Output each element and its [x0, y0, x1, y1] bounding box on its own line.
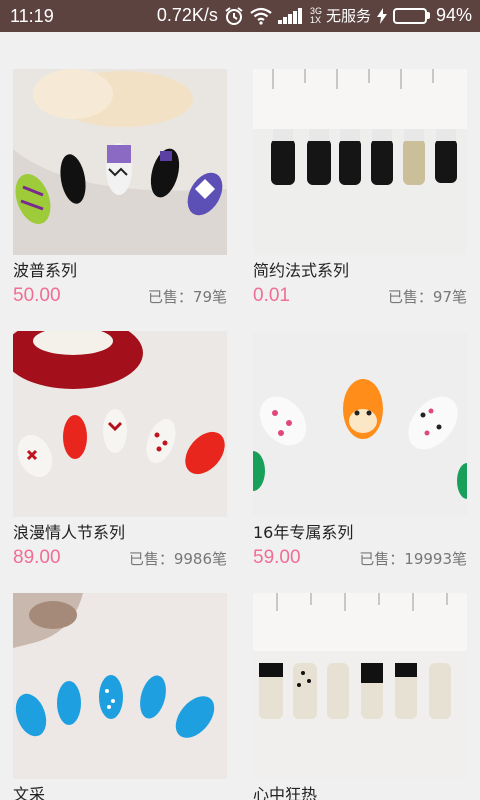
product-card[interactable]: 波普系列 50.00 已售：79笔: [13, 69, 227, 309]
product-price: 0.01: [253, 285, 290, 306]
product-price: 89.00: [13, 547, 61, 568]
status-bar: 11:19 0.72K/s 3G 1X 无服务 94%: [0, 0, 480, 32]
product-price: 50.00: [13, 285, 61, 306]
product-name: 浪漫情人节系列: [13, 523, 126, 542]
product-card[interactable]: 浪漫情人节系列 89.00 已售：9986笔: [13, 331, 227, 571]
alarm-icon: [224, 6, 244, 26]
product-card[interactable]: 16年专属系列 59.00 已售：19993笔: [253, 331, 467, 571]
battery-body: [392, 7, 427, 24]
product-card[interactable]: 心中狂热: [253, 593, 467, 800]
product-sold: 已售：79笔: [147, 287, 227, 306]
product-image[interactable]: [253, 331, 467, 517]
product-sold: 已售：19993笔: [359, 549, 467, 568]
product-price: 59.00: [253, 547, 301, 568]
battery-icon: [392, 7, 430, 24]
product-meta: 89.00 已售：9986笔: [13, 545, 227, 571]
product-name: 16年专属系列: [253, 523, 354, 542]
product-name: 简约法式系列: [253, 261, 350, 280]
status-time: 11:19: [10, 6, 54, 26]
product-image[interactable]: [13, 593, 227, 779]
product-image[interactable]: [253, 593, 467, 779]
charging-icon: [376, 7, 387, 24]
status-right-group: 0.72K/s 3G 1X 无服务 94%: [157, 5, 472, 26]
product-name: 波普系列: [13, 261, 78, 280]
network-type-bottom: 1X: [309, 14, 321, 25]
product-image[interactable]: [13, 69, 227, 255]
product-name: 心中狂热: [253, 785, 318, 800]
wifi-icon: [250, 7, 272, 25]
product-meta: 59.00 已售：19993笔: [253, 545, 467, 571]
product-card[interactable]: 简约法式系列 0.01 已售：97笔: [253, 69, 467, 309]
product-grid: 波普系列 50.00 已售：79笔 简约法式系列 0.01 已售：97笔 浪漫情…: [0, 32, 480, 800]
product-meta: 50.00 已售：79笔: [13, 283, 227, 309]
network-type: 3G 1X: [309, 6, 322, 25]
product-image[interactable]: [13, 331, 227, 517]
signal-icon: [277, 7, 304, 24]
product-meta: 0.01 已售：97笔: [253, 283, 467, 309]
battery-tip: [426, 12, 430, 19]
product-sold: 已售：9986笔: [128, 549, 227, 568]
product-name: 文采: [13, 785, 46, 800]
network-speed: 0.72K/s: [156, 5, 218, 25]
product-sold: 已售：97笔: [387, 287, 467, 306]
product-image[interactable]: [253, 69, 467, 255]
product-card[interactable]: 文采: [13, 593, 227, 800]
carrier-label: 无服务: [325, 8, 371, 25]
battery-percent: 94%: [435, 5, 472, 25]
